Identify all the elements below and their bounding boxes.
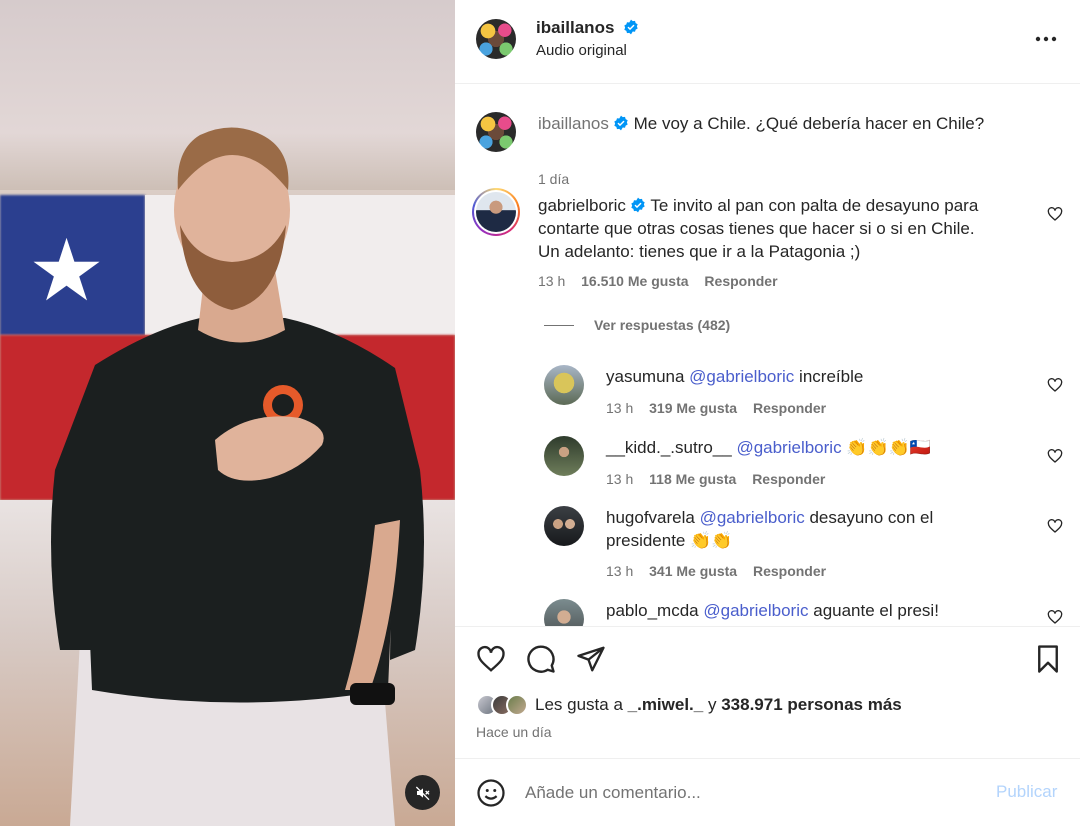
mention-link[interactable]: @gabrielboric: [689, 367, 794, 386]
mention-link[interactable]: @gabrielboric: [703, 601, 808, 620]
post-time[interactable]: Hace un día: [476, 724, 552, 740]
reply-username[interactable]: pablo_mcda: [606, 601, 699, 620]
reply-username[interactable]: __kidd._.sutro__: [606, 438, 732, 457]
reply-meta: 13 h 341 Me gusta Responder: [606, 563, 838, 579]
reply-meta: 13 h 319 Me gusta Responder: [606, 400, 838, 416]
reply-avatar[interactable]: [544, 436, 584, 476]
reply-text: hugofvarela @gabrielboric desayuno con e…: [606, 506, 1026, 552]
more-options-button[interactable]: [1032, 28, 1060, 50]
reply-username[interactable]: hugofvarela: [606, 508, 695, 527]
reply-meta: 13 h 118 Me gusta Responder: [606, 471, 837, 487]
mention-link[interactable]: @gabrielboric: [700, 508, 805, 527]
muted-speaker-icon: [415, 786, 429, 800]
more-options-icon: [1035, 36, 1057, 42]
reply-time: 13 h: [606, 400, 634, 416]
view-replies-label[interactable]: Ver respuestas (482): [594, 317, 730, 333]
reply-text: __kidd._.sutro__ @gabrielboric 👏👏👏🇨🇱: [606, 436, 1026, 459]
reply-button[interactable]: Responder: [704, 273, 777, 289]
reply-time: 13 h: [606, 563, 634, 579]
heart-icon[interactable]: [1047, 518, 1063, 534]
mute-toggle-button[interactable]: [405, 775, 440, 810]
reply-text: yasumuna @gabrielboric increíble: [606, 365, 1026, 388]
comment-body-line: contarte que otras cosas tienes que hace…: [538, 219, 975, 238]
reply-avatar[interactable]: [544, 506, 584, 546]
comment-text: gabrielboric Te invito al pan con palta …: [538, 194, 1038, 263]
reply-button[interactable]: Responder: [753, 563, 826, 579]
heart-icon[interactable]: [1047, 377, 1063, 393]
comment-input[interactable]: [525, 779, 965, 807]
reply-body: presidente 👏👏: [606, 531, 733, 550]
caption-avatar[interactable]: [476, 112, 516, 152]
reply-button[interactable]: Responder: [753, 400, 826, 416]
heart-icon[interactable]: [1047, 609, 1063, 625]
publish-button[interactable]: Publicar: [996, 782, 1057, 802]
comment-icon[interactable]: [526, 644, 556, 674]
heart-icon[interactable]: [1047, 448, 1063, 464]
reply-button[interactable]: Responder: [752, 471, 825, 487]
reply-avatar[interactable]: [544, 365, 584, 405]
replies-divider: [544, 324, 574, 326]
reel-video[interactable]: ★: [0, 0, 455, 826]
comment-meta: 13 h 16.510 Me gusta Responder: [538, 273, 790, 289]
comments-list[interactable]: ibaillanos Me voy a Chile. ¿Qué debería …: [455, 85, 1080, 626]
reply-time: 13 h: [606, 471, 634, 487]
reply-text: pablo_mcda @gabrielboric aguante el pres…: [606, 599, 1026, 622]
comment-time: 13 h: [538, 273, 566, 289]
reply-body: desayuno con el: [809, 508, 934, 527]
heart-icon[interactable]: [476, 644, 506, 674]
verified-badge-icon: [624, 19, 638, 35]
post-header: ibaillanos Audio original: [455, 0, 1080, 84]
comment-body-line: Te invito al pan con palta de desayuno p…: [650, 196, 979, 215]
caption-body: Me voy a Chile. ¿Qué debería hacer en Ch…: [633, 114, 985, 133]
emoji-icon[interactable]: [476, 778, 506, 808]
send-icon[interactable]: [576, 644, 606, 674]
reply-likes[interactable]: 341 Me gusta: [649, 563, 737, 579]
view-replies-button[interactable]: Ver respuestas (482): [544, 317, 730, 333]
reply-likes[interactable]: 118 Me gusta: [649, 471, 736, 487]
liker-avatar: [506, 694, 528, 716]
likes-text: Les gusta a _.miwel._ y 338.971 personas…: [535, 695, 902, 715]
author-avatar[interactable]: [476, 19, 516, 59]
liker-username[interactable]: _.miwel._: [628, 695, 704, 714]
reply-body: aguante el presi!: [813, 601, 939, 620]
likes-summary: Les gusta a _.miwel._ y 338.971 personas…: [476, 694, 902, 716]
likes-count[interactable]: 338.971 personas más: [721, 695, 902, 714]
caption-username[interactable]: ibaillanos: [538, 114, 609, 133]
reply-likes[interactable]: 319 Me gusta: [649, 400, 737, 416]
mention-link[interactable]: @gabrielboric: [736, 438, 841, 457]
commenter-avatar-story-ring[interactable]: [472, 188, 520, 236]
reply-avatar[interactable]: [544, 599, 584, 626]
comment-username[interactable]: gabrielboric: [538, 196, 626, 215]
likes-joiner: y: [707, 695, 717, 714]
comment-likes[interactable]: 16.510 Me gusta: [581, 273, 688, 289]
verified-badge-icon: [631, 197, 645, 213]
post-panel: ibaillanos Audio original ibaillanos Me …: [455, 0, 1080, 826]
post-actions: Les gusta a _.miwel._ y 338.971 personas…: [455, 626, 1080, 758]
bookmark-icon[interactable]: [1033, 644, 1063, 674]
commenter-avatar: [476, 192, 516, 232]
author-username[interactable]: ibaillanos: [536, 18, 639, 38]
verified-badge-icon: [614, 115, 628, 131]
reply-body: 👏👏👏🇨🇱: [846, 438, 931, 457]
heart-icon[interactable]: [1047, 206, 1063, 222]
comment-body-line: Un adelanto: tienes que ir a la Patagoni…: [538, 242, 861, 261]
reply-body: increíble: [799, 367, 864, 386]
audio-link[interactable]: Audio original: [536, 42, 627, 59]
person-figure: [51, 127, 424, 826]
caption-text: ibaillanos Me voy a Chile. ¿Qué debería …: [538, 112, 1038, 135]
caption-time: 1 día: [538, 171, 570, 187]
author-username-text[interactable]: ibaillanos: [536, 18, 614, 37]
comment-composer: Publicar: [455, 758, 1080, 826]
reply-username[interactable]: yasumuna: [606, 367, 684, 386]
likes-prefix: Les gusta a: [535, 695, 623, 714]
